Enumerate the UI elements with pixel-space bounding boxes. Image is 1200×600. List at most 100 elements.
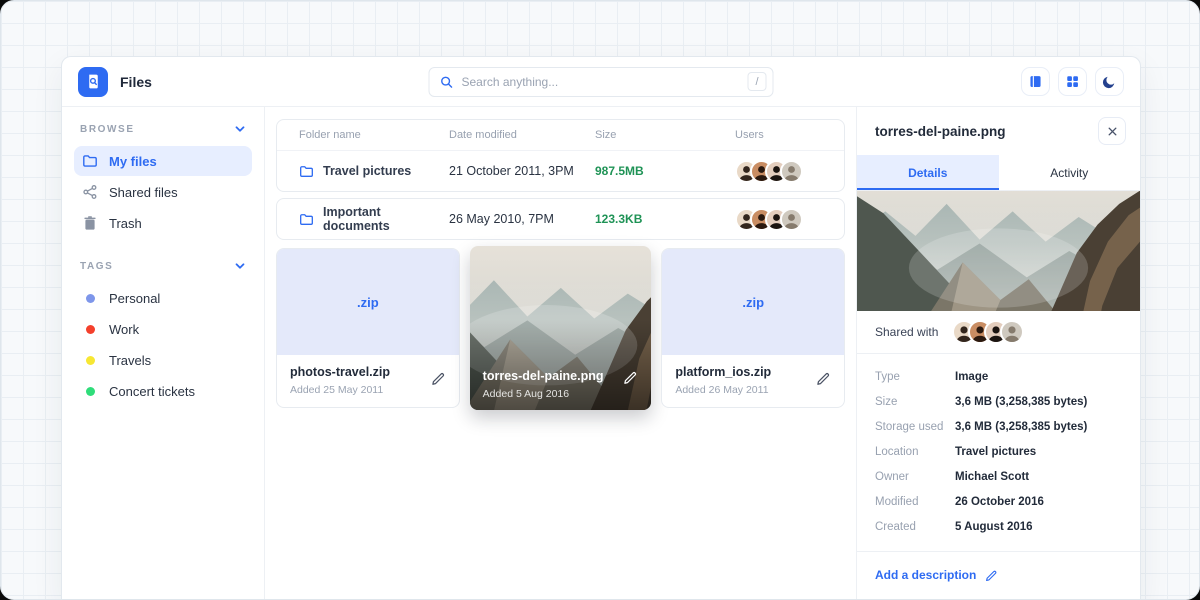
sidebar-item-trash[interactable]: Trash [74,208,252,238]
sidebar-tag-concert-tickets[interactable]: Concert tickets [74,376,252,406]
file-added-date: Added 26 May 2011 [675,384,831,396]
folder-size: 987.5MB [595,164,735,178]
shared-with-label: Shared with [875,325,938,339]
folder-icon [299,164,314,179]
add-description-button[interactable]: Add a description [875,568,998,582]
avatar [780,208,803,231]
file-cards: .zip photos-travel.zip Added 25 May 2011 [276,248,845,410]
tag-label: Work [109,322,139,337]
search-icon [440,75,454,89]
pencil-icon [816,371,831,386]
folder-icon [82,153,98,169]
edit-file-button[interactable] [816,371,831,389]
file-card-torres-del-paine[interactable]: torres-del-paine.png Added 5 Aug 2016 [470,246,652,410]
panel-title: torres-del-paine.png [875,124,1006,139]
pencil-icon [985,569,998,582]
search-shortcut-key: / [748,72,767,91]
tags-label: TAGS [80,261,113,272]
app-logo-icon [78,67,108,97]
zip-preview: .zip [277,249,459,355]
folder-table-row-card: Important documents 26 May 2010, 7PM 123… [276,198,845,240]
search-input[interactable] [462,75,740,89]
table-row[interactable]: Travel pictures 21 October 2011, 3PM 987… [277,151,844,191]
sidebar-tag-work[interactable]: Work [74,314,252,344]
app-brand: Files [78,67,152,97]
main-content: Folder name Date modified Size Users Tra… [265,107,856,599]
tab-activity[interactable]: Activity [999,155,1141,190]
sidebar-item-label: Shared files [109,185,178,200]
file-name: torres-del-paine.png [483,369,604,383]
detail-row-storage-used: Storage used 3,6 MB (3,258,385 bytes) [875,414,1122,439]
top-bar: Files / [62,57,1140,107]
pencil-icon [623,370,638,385]
panel-tabs: Details Activity [857,155,1140,191]
tags-section-header[interactable]: TAGS [74,258,252,282]
edit-file-button[interactable] [431,371,446,389]
folder-name: Travel pictures [323,164,411,178]
sidebar-item-shared-files[interactable]: Shared files [74,177,252,207]
table-row[interactable]: Important documents 26 May 2010, 7PM 123… [277,199,844,239]
image-preview [857,191,1140,311]
column-header: Users [735,129,844,141]
file-name: platform_ios.zip [675,365,831,379]
folder-name: Important documents [323,205,449,233]
detail-row-type: Type Image [875,364,1122,389]
desktop-background: Files / [0,0,1200,600]
zip-preview: .zip [662,249,844,355]
topbar-actions [1021,67,1124,96]
detail-row-created: Created 5 August 2016 [875,514,1122,539]
add-description-label: Add a description [875,568,976,582]
browse-label: BROWSE [80,124,135,135]
close-panel-button[interactable] [1098,117,1126,145]
detail-row-size: Size 3,6 MB (3,258,385 bytes) [875,389,1122,414]
file-added-date: Added 25 May 2011 [290,384,446,396]
chevron-down-icon[interactable] [234,260,246,272]
table-header-row: Folder name Date modified Size Users [277,120,844,151]
tag-label: Concert tickets [109,384,195,399]
file-details-list: Type Image Size 3,6 MB (3,258,385 bytes)… [857,354,1140,547]
book-button[interactable] [1021,67,1050,96]
column-header: Date modified [449,129,595,141]
user-avatars [735,208,844,231]
edit-file-button[interactable] [623,370,638,388]
app-window: Files / [61,56,1141,599]
sidebar-item-label: Trash [109,216,142,231]
date-modified: 21 October 2011, 3PM [449,164,595,178]
sidebar-tag-personal[interactable]: Personal [74,283,252,313]
tag-color-dot [86,325,95,334]
file-card-photos-travel[interactable]: .zip photos-travel.zip Added 25 May 2011 [276,248,460,408]
moon-icon [1102,74,1117,89]
detail-row-location: Location Travel pictures [875,439,1122,464]
search-bar[interactable]: / [429,67,774,97]
column-header: Folder name [299,129,449,141]
column-header: Size [595,129,735,141]
close-icon [1107,126,1118,137]
tag-color-dot [86,356,95,365]
folder-size: 123.3KB [595,212,735,226]
app-title: Files [120,74,152,90]
book-icon [1028,74,1043,89]
browse-section-header[interactable]: BROWSE [74,121,252,145]
tag-label: Travels [109,353,151,368]
sidebar-tag-travels[interactable]: Travels [74,345,252,375]
tag-color-dot [86,294,95,303]
folder-table: Folder name Date modified Size Users Tra… [276,119,845,192]
tag-color-dot [86,387,95,396]
grid-view-icon [1065,74,1080,89]
grid-view-button[interactable] [1058,67,1087,96]
file-added-date: Added 5 Aug 2016 [483,388,604,400]
avatar [780,160,803,183]
sidebar-item-label: My files [109,154,157,169]
dark-mode-button[interactable] [1095,67,1124,96]
file-card-platform-ios[interactable]: .zip platform_ios.zip Added 26 May 2011 [661,248,845,408]
date-modified: 26 May 2010, 7PM [449,212,595,226]
sidebar-item-my-files[interactable]: My files [74,146,252,176]
share-icon [82,184,98,200]
user-avatars [735,160,844,183]
chevron-down-icon[interactable] [234,123,246,135]
tag-label: Personal [109,291,160,306]
trash-icon [82,215,98,231]
tab-details[interactable]: Details [857,155,999,190]
sidebar: BROWSE My files Shared files [62,107,265,599]
folder-icon [299,212,314,227]
